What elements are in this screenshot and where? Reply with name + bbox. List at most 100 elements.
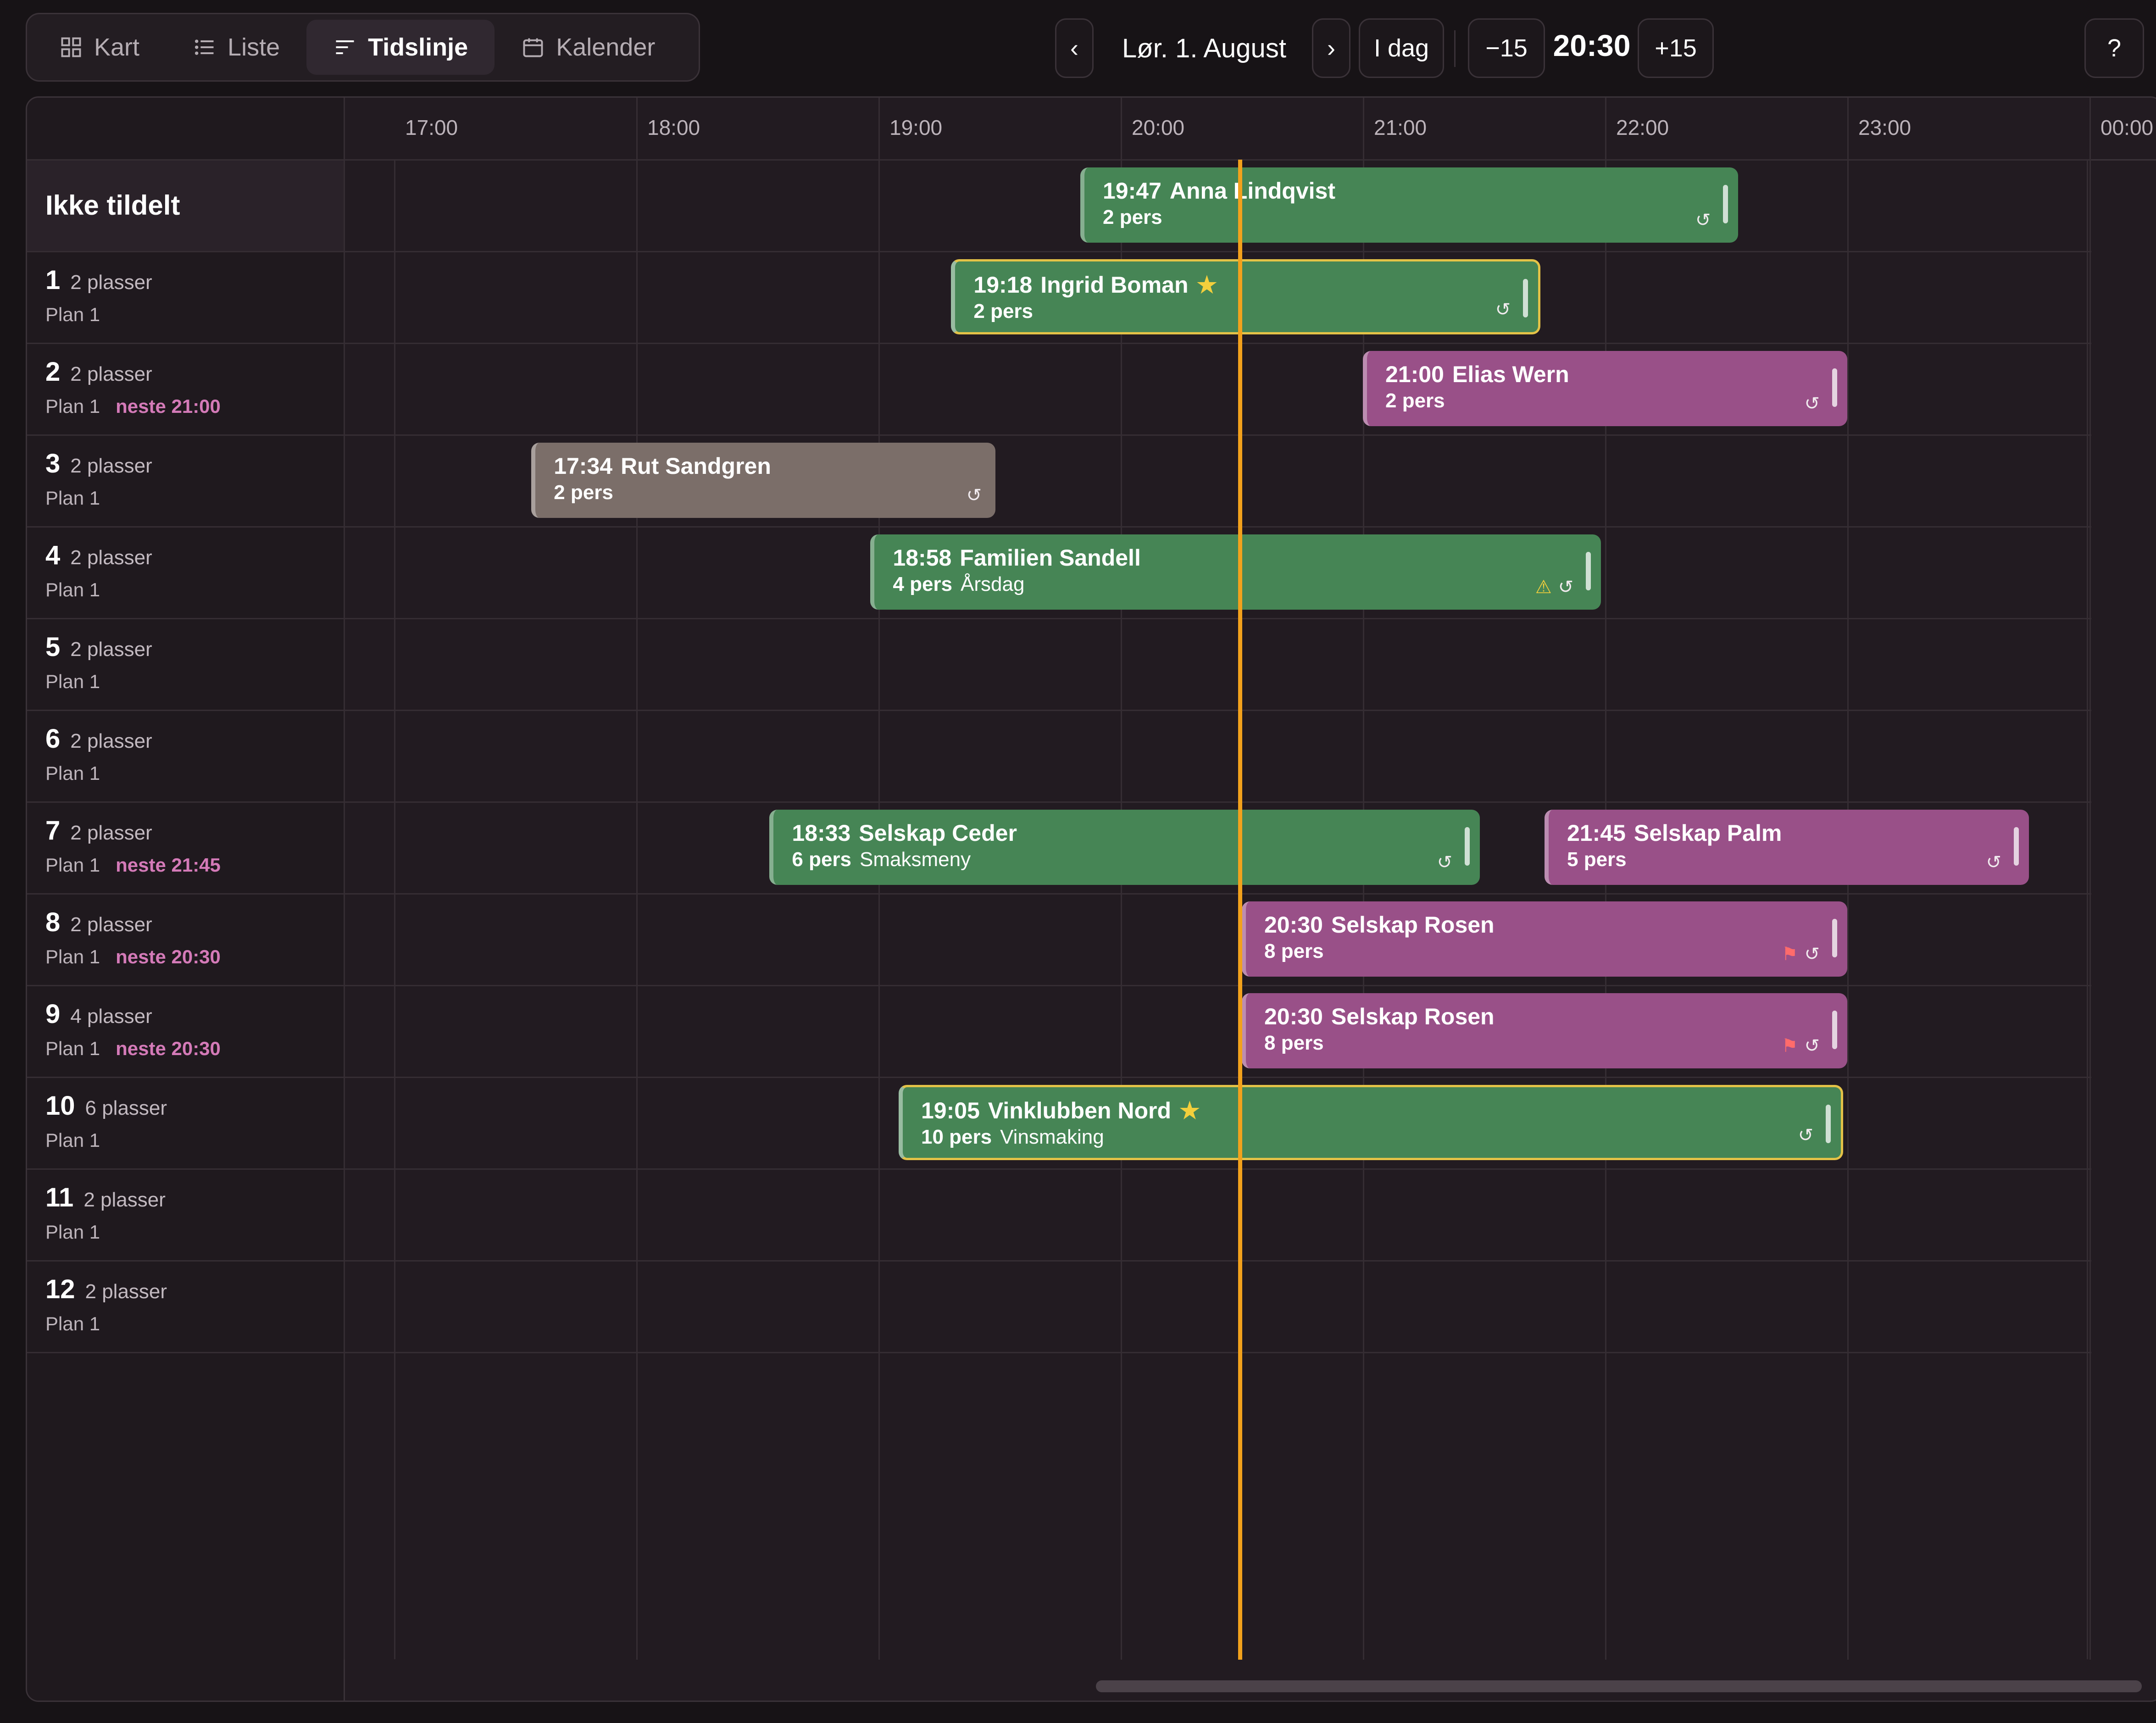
- reservation-note: Vinsmaking: [1000, 1126, 1104, 1148]
- repeat-icon: ↺: [1986, 852, 2001, 873]
- row-gridline: [27, 893, 2091, 895]
- help-button[interactable]: ?: [2084, 18, 2144, 78]
- hour-label: 23:00: [1858, 116, 1912, 139]
- table-row-label[interactable]: 10 6 plasser Plan 1: [45, 1090, 167, 1151]
- divider: [1454, 30, 1456, 67]
- resize-handle[interactable]: [1826, 1105, 1831, 1143]
- time-header: [27, 98, 2156, 161]
- row-gridline: [27, 801, 2091, 803]
- table-row-label[interactable]: 5 2 plasser Plan 1: [45, 632, 152, 693]
- reservation-icons: ⚠ ↺: [1535, 577, 1573, 598]
- hour-label: 17:00: [405, 116, 458, 139]
- tab-label: Kart: [94, 33, 140, 61]
- reservation-block[interactable]: 20:30 Selskap Rosen 8 pers ⚑ ↺: [1242, 901, 1847, 977]
- table-seats: 2 plasser: [70, 638, 152, 661]
- reservation-guests: 8 pers: [1264, 940, 1324, 962]
- resize-handle[interactable]: [1465, 827, 1470, 866]
- table-row-label[interactable]: 12 2 plasser Plan 1: [45, 1274, 167, 1335]
- reservation-time: 18:33: [792, 820, 851, 846]
- table-seats: 2 plasser: [70, 363, 152, 385]
- table-seats: 6 plasser: [85, 1097, 167, 1119]
- list-icon: [195, 39, 214, 55]
- reservation-name: Familien Sandell: [960, 545, 1141, 571]
- today-button[interactable]: I dag: [1359, 18, 1444, 78]
- reservation-name: Rut Sandgren: [621, 453, 771, 479]
- chevron-left-icon: ‹: [1070, 34, 1078, 62]
- table-plan: Plan 1: [45, 946, 100, 967]
- warning-icon: ⚠: [1535, 577, 1552, 597]
- reservation-guests: 5 pers: [1567, 848, 1627, 871]
- reservation-block[interactable]: 18:58 Familien Sandell 4 pers Årsdag ⚠ ↺: [870, 534, 1601, 610]
- reservation-block[interactable]: 17:34 Rut Sandgren 2 pers ↺: [531, 443, 996, 518]
- tab-kalender[interactable]: Kalender: [495, 20, 682, 75]
- reservation-block[interactable]: 21:00 Elias Wern 2 pers ↺: [1363, 351, 1847, 426]
- reservation-block[interactable]: 21:45 Selskap Palm 5 pers ↺: [1545, 810, 2029, 885]
- resize-handle[interactable]: [1832, 368, 1837, 407]
- resize-handle[interactable]: [1723, 185, 1728, 223]
- reservation-block[interactable]: 19:18 Ingrid Boman ★ 2 pers ↺: [951, 259, 1541, 334]
- reservation-time: 21:00: [1385, 361, 1444, 387]
- next-booking-label: neste 21:45: [116, 854, 221, 876]
- repeat-icon: ↺: [966, 485, 982, 506]
- next-day-button[interactable]: ›: [1312, 18, 1350, 78]
- table-plan: Plan 1: [45, 1038, 100, 1059]
- table-plan: Plan 1: [45, 579, 100, 600]
- row-gridline: [27, 985, 2091, 986]
- table-row-label[interactable]: 1 2 plasser Plan 1: [45, 265, 152, 326]
- table-number: 12: [45, 1274, 75, 1304]
- table-row-label[interactable]: 8 2 plasser Plan 1 neste 20:30: [45, 907, 221, 968]
- reservation-time: 18:58: [893, 545, 952, 571]
- plus-15-button[interactable]: +15: [1638, 18, 1714, 78]
- table-row-label[interactable]: 2 2 plasser Plan 1 neste 21:00: [45, 356, 221, 417]
- resize-handle[interactable]: [1832, 1011, 1837, 1049]
- minus-15-button[interactable]: −15: [1468, 18, 1545, 78]
- reservation-block[interactable]: 20:30 Selskap Rosen 8 pers ⚑ ↺: [1242, 993, 1847, 1068]
- table-number: 8: [45, 907, 61, 937]
- table-seats: 4 plasser: [70, 1005, 152, 1028]
- table-number: 11: [45, 1183, 74, 1212]
- hour-gridline: [394, 159, 395, 1659]
- reservation-note: Årsdag: [961, 573, 1025, 595]
- reservation-guests: 2 pers: [554, 481, 613, 504]
- scrollbar-thumb[interactable]: [1096, 1680, 2142, 1692]
- resize-handle[interactable]: [1523, 279, 1528, 317]
- reservation-block[interactable]: 19:05 Vinklubben Nord ★ 10 pers Vinsmaking ↺: [899, 1085, 1844, 1160]
- tab-tidslinje[interactable]: Tidslinje: [306, 20, 495, 75]
- reservation-time: 17:34: [554, 453, 613, 479]
- repeat-icon: ↺: [1495, 300, 1511, 320]
- reservation-name: Anna Lindqvist: [1169, 178, 1335, 204]
- table-row-label[interactable]: 9 4 plasser Plan 1 neste 20:30: [45, 999, 221, 1060]
- reservation-note: Smaksmeny: [860, 848, 971, 871]
- table-row-label[interactable]: 7 2 plasser Plan 1 neste 21:45: [45, 815, 221, 876]
- reservation-icons: ⚑ ↺: [1782, 1035, 1820, 1056]
- reservation-name: Selskap Ceder: [859, 820, 1017, 846]
- reservation-block[interactable]: 19:47 Anna Lindqvist 2 pers ↺: [1080, 167, 1739, 243]
- table-row-label[interactable]: 6 2 plasser Plan 1: [45, 723, 152, 784]
- reservation-guests: 8 pers: [1264, 1032, 1324, 1054]
- resize-handle[interactable]: [1586, 552, 1591, 590]
- table-seats: 2 plasser: [70, 822, 152, 844]
- table-row-label[interactable]: 11 2 plasser Plan 1: [45, 1182, 166, 1243]
- table-row-label[interactable]: 4 2 plasser Plan 1: [45, 540, 152, 601]
- chevron-right-icon: ›: [1327, 34, 1335, 62]
- reservation-icons: ↺: [1804, 393, 1820, 414]
- timeline-icon: [336, 40, 354, 54]
- tab-liste[interactable]: Liste: [166, 20, 306, 75]
- table-row-label[interactable]: 3 2 plasser Plan 1: [45, 448, 152, 509]
- tab-kart[interactable]: Kart: [33, 20, 166, 75]
- resize-handle[interactable]: [2014, 827, 2019, 866]
- reservation-guests: 6 pers: [792, 848, 852, 871]
- reservation-name: Vinklubben Nord: [988, 1098, 1171, 1123]
- timeline-end-gridline: [2087, 159, 2088, 1659]
- calendar-icon: [523, 38, 543, 57]
- resize-handle[interactable]: [1832, 919, 1837, 957]
- row-gridline: [27, 618, 2091, 619]
- reservation-icons: ↺: [967, 485, 982, 506]
- table-plan: Plan 1: [45, 762, 100, 784]
- row-gridline: [27, 526, 2091, 528]
- current-time-indicator: [1238, 160, 1242, 1660]
- prev-day-button[interactable]: ‹: [1055, 18, 1094, 78]
- reservation-block[interactable]: 18:33 Selskap Ceder 6 pers Smaksmeny ↺: [769, 810, 1480, 885]
- reservation-name: Selskap Rosen: [1331, 1004, 1495, 1029]
- flag-icon: ⚑: [1781, 1036, 1798, 1056]
